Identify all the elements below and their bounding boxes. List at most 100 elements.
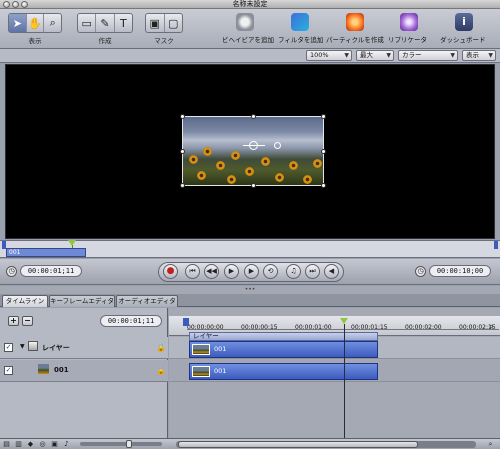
selected-image-layer[interactable] [182,116,324,186]
timeline-tabs: タイムライン キーフレームエディタ オーディオエディタ [0,294,500,307]
pane-splitter[interactable]: ••• [0,286,500,294]
anchor-point-icon[interactable] [249,141,258,150]
transform-handle[interactable] [180,149,185,154]
clip-label: 001 [214,367,227,375]
close-window-button[interactable] [3,1,10,8]
masks-icon[interactable]: ▣ [50,440,59,449]
mask-rect-tool-icon[interactable]: ▣ [146,14,165,32]
filter-icon[interactable]: ◎ [38,440,47,449]
go-to-end-button[interactable]: ⏭ [305,264,320,279]
zoom-dropdown[interactable]: 100% ▼ [306,50,352,61]
scrollbar-thumb[interactable] [178,441,418,448]
sunflower [231,151,240,160]
go-to-start-button[interactable]: ⏮ [185,264,200,279]
end-time-field[interactable]: 00:00:10;00 [429,265,491,277]
mini-timeline-clip[interactable]: 001 [6,248,86,257]
splitter-grip-icon: ••• [244,286,256,293]
view-dropdown[interactable]: 表示 ▼ [462,50,496,61]
tab-keyframe-editor[interactable]: キーフレームエディタ [49,295,115,307]
timecode-clock-icon[interactable]: ◷ [6,266,17,277]
sunflower [261,157,270,166]
rectangle-tool-icon[interactable]: ▭ [78,14,97,32]
layer-name[interactable]: レイヤー [42,343,70,353]
transform-handle[interactable] [251,114,256,119]
timeline-clip[interactable]: 001 [189,341,378,358]
zoom-tool-icon[interactable]: ⌕ [44,14,61,32]
layer-enable-checkbox[interactable]: ✓ [4,343,13,352]
loop-button[interactable]: ⟲ [263,264,278,279]
layer-name[interactable]: 001 [54,366,69,374]
play-from-start-button[interactable]: ▶ [224,264,239,279]
layer-row[interactable]: ✓ 001 🔒 [0,360,168,382]
timeline-clip[interactable]: 001 [189,363,378,380]
particles-icon[interactable] [346,13,364,31]
tab-timeline[interactable]: タイムライン [2,295,48,307]
current-time-field[interactable]: 00:00:01;11 [20,265,82,277]
disclosure-triangle-icon[interactable]: ▼ [20,343,25,350]
timeline-tracks[interactable]: 00:00:00:00 00:00:00:15 00:00:01:00 00:0… [169,308,500,438]
bezier-tool-icon[interactable]: ✎ [96,14,115,32]
canvas-options-bar: 100% ▼ 最大 ▼ カラー ▼ 表示 ▼ [0,49,500,63]
step-back-button[interactable]: ◀◀ [204,264,219,279]
zoom-icon[interactable]: ⌕ [489,322,494,332]
hand-tool-icon[interactable]: ✋ [27,14,45,32]
add-behavior-label[interactable]: ビヘイビアを追加 [222,34,274,44]
zoom-icon[interactable]: ⌕ [486,440,495,449]
duration-clock-icon[interactable]: ◷ [415,266,426,277]
lock-icon[interactable]: 🔒 [156,366,166,375]
title-bar: 名称未設定 [0,0,500,9]
arrow-tool-icon[interactable]: ➤ [9,14,27,32]
timeline-timecode-field[interactable]: 00:00:01;11 [100,315,162,327]
layer-row[interactable]: ✓ ▼ レイヤー 🔒 [0,337,168,359]
replicator-label[interactable]: リプリケータ [388,34,427,44]
add-filter-label[interactable]: フィルタを追加 [278,34,323,44]
remove-layer-button[interactable]: − [22,316,33,326]
add-behavior-gear-icon[interactable] [236,13,254,31]
sunflower [216,161,225,170]
out-point-marker[interactable] [494,241,498,249]
transport-bar: ◷ 00:00:01;11 ● ⏮ ◀◀ ▶ ▶ ⟲ ♫ ⏭ ◀ ◷ 00:00… [0,259,500,285]
transform-handle[interactable] [321,183,326,188]
layer-stack-icon [28,341,38,351]
track-height-slider[interactable] [80,442,162,446]
add-layer-button[interactable]: + [8,316,19,326]
transform-handle[interactable] [180,183,185,188]
lock-icon[interactable]: 🔒 [156,343,166,352]
previous-frame-button[interactable]: ◀ [324,264,339,279]
layer-enable-checkbox[interactable]: ✓ [4,366,13,375]
rotation-handle-icon[interactable] [274,142,281,149]
record-button[interactable]: ● [163,264,178,279]
transform-handle[interactable] [321,149,326,154]
audio-icon[interactable]: ♪ [62,440,71,449]
transform-handle[interactable] [251,183,256,188]
add-filter-icon[interactable] [291,13,309,31]
group-clip-header[interactable]: レイヤー [189,332,378,341]
transform-handle[interactable] [180,114,185,119]
sunflower [275,173,284,182]
show-clips-icon[interactable]: ▥ [14,440,23,449]
keyframe-icon[interactable]: ◆ [26,440,35,449]
channels-dropdown[interactable]: カラー ▼ [398,50,458,61]
audio-button[interactable]: ♫ [286,264,301,279]
timeline-bottom-bar: ▤ ▥ ◆ ◎ ▣ ♪ ⌕ [0,438,500,449]
clip-thumbnail [192,344,210,355]
zoom-window-button[interactable] [21,1,28,8]
sunflower [313,159,322,168]
show-layers-icon[interactable]: ▤ [2,440,11,449]
tab-audio-editor[interactable]: オーディオエディタ [116,295,178,307]
view-value: 表示 [466,51,479,59]
minimize-window-button[interactable] [12,1,19,8]
layers-list: + − 00:00:01;11 ✓ ▼ レイヤー 🔒 ✓ 001 🔒 [0,308,168,438]
in-point-marker[interactable] [183,318,189,326]
make-particles-label[interactable]: パーティクルを作成 [326,34,384,44]
dashboard-info-icon[interactable]: i [455,13,473,31]
resolution-dropdown[interactable]: 最大 ▼ [356,50,394,61]
replicator-icon[interactable] [400,13,418,31]
dashboard-label[interactable]: ダッシュボード [440,34,486,44]
transform-handle[interactable] [321,114,326,119]
text-tool-icon[interactable]: T [115,14,132,32]
slider-thumb[interactable] [126,440,132,448]
play-button[interactable]: ▶ [244,264,259,279]
toolbar: ➤ ✋ ⌕ 表示 ▭ ✎ T 作成 ▣ ▢ マスク ビヘイビアを追加 フィルタを… [0,9,500,49]
mask-bezier-tool-icon[interactable]: ▢ [165,14,183,32]
